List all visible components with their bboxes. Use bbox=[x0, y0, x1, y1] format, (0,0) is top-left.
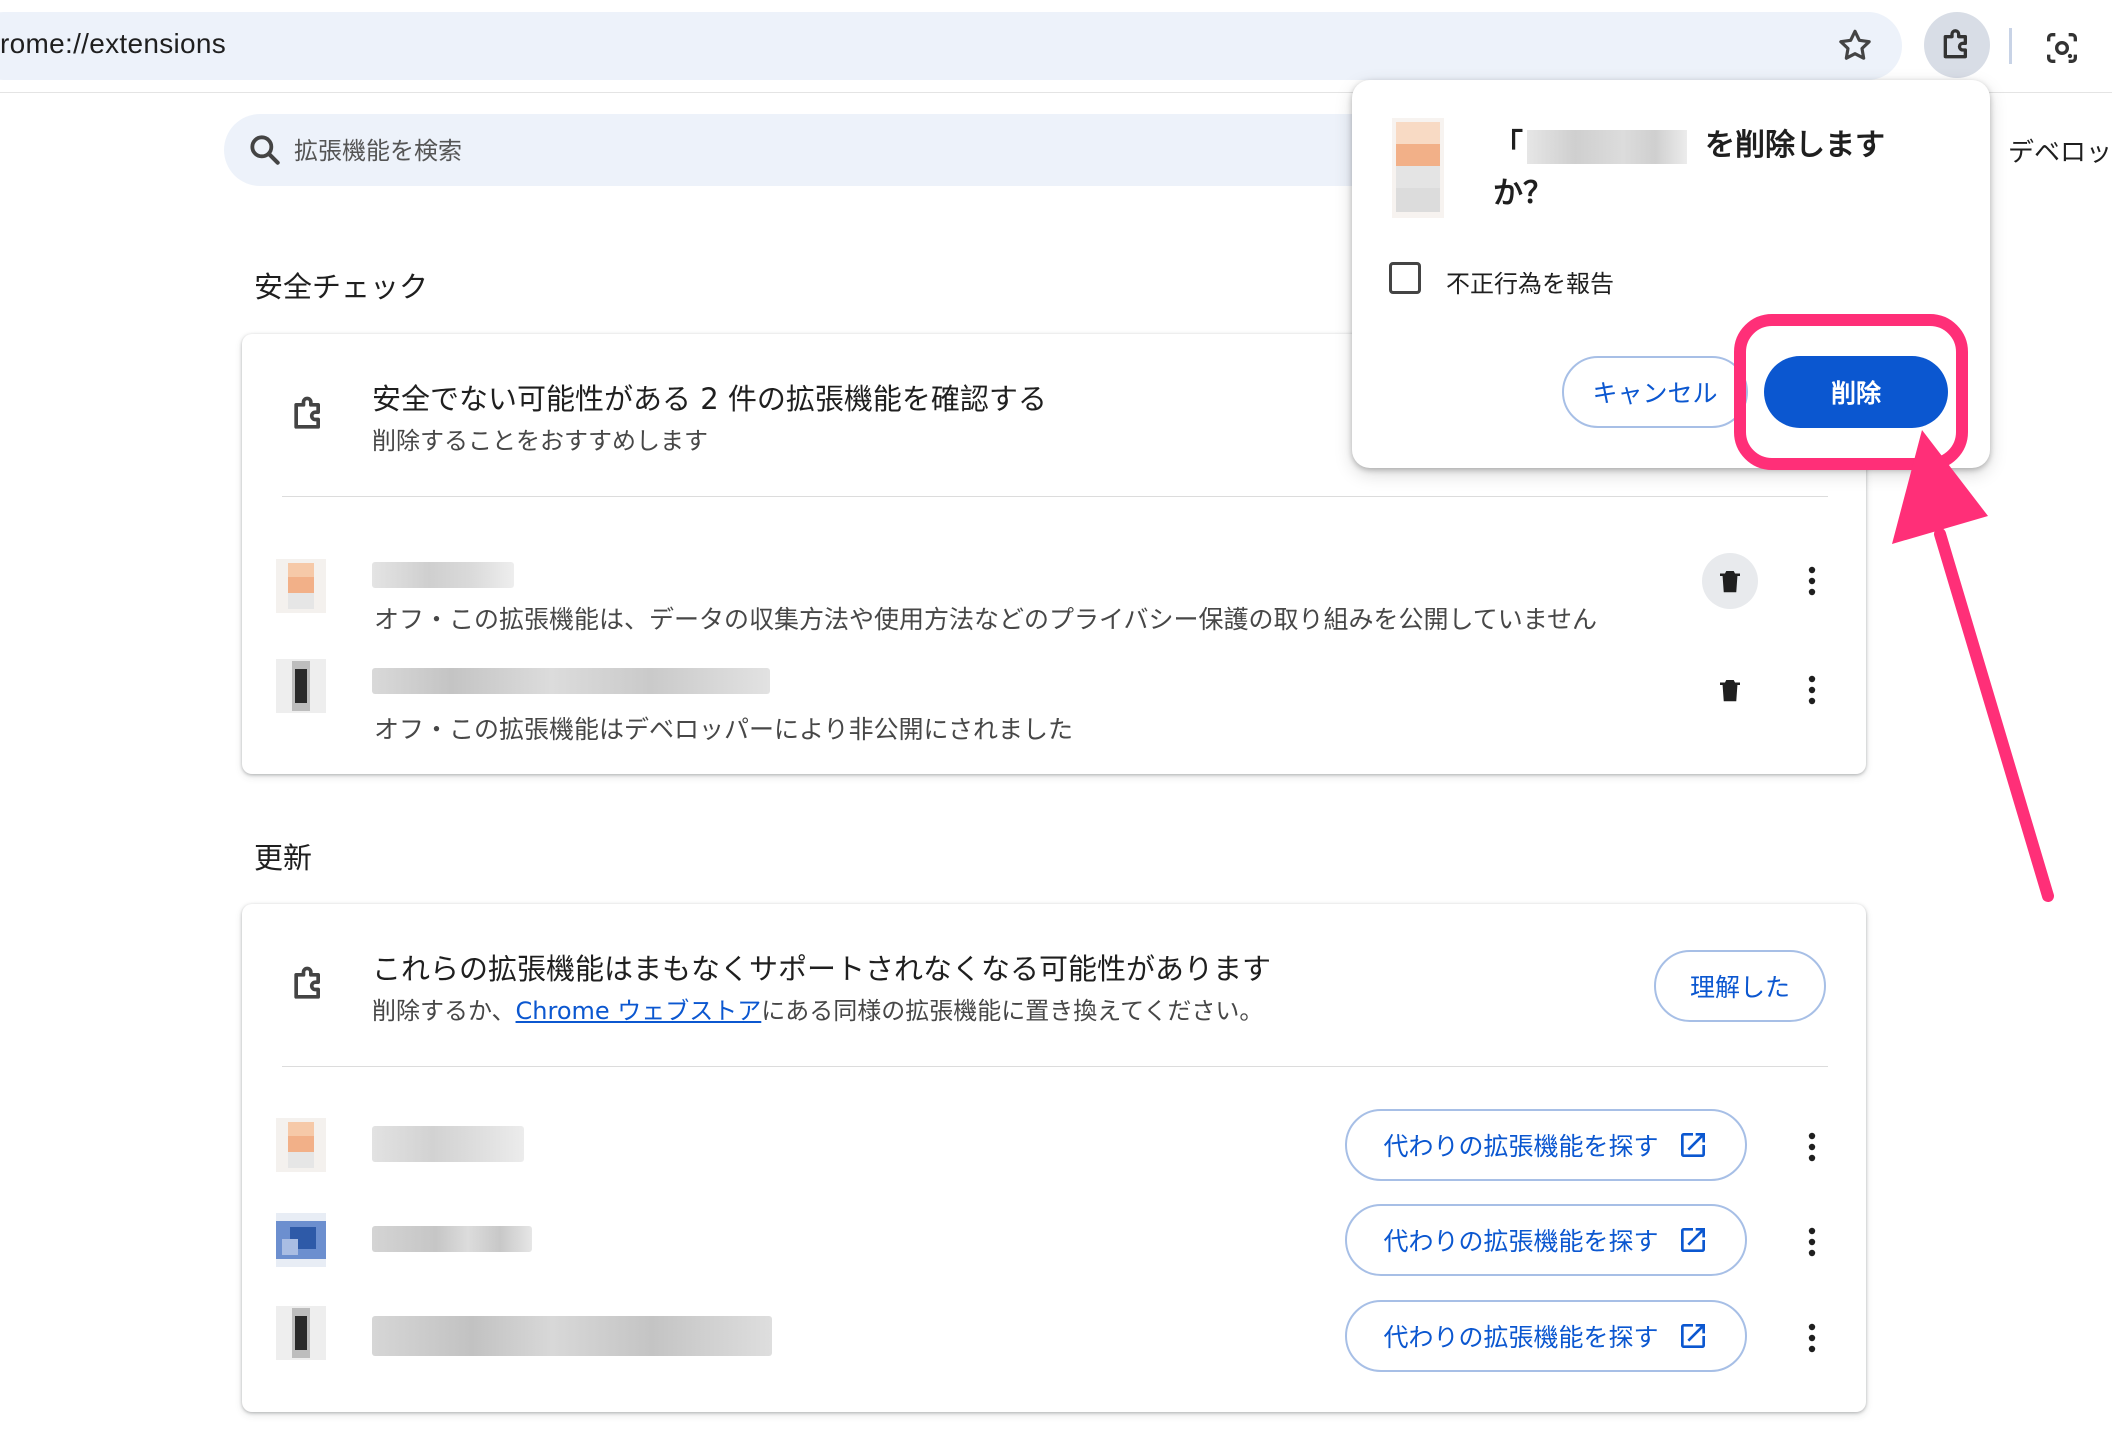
search-input[interactable] bbox=[292, 126, 1196, 176]
more-vert-icon bbox=[1808, 1227, 1816, 1257]
more-options-button[interactable] bbox=[1792, 1318, 1832, 1358]
extension-icon bbox=[276, 659, 326, 713]
extension-name-redacted bbox=[1527, 129, 1687, 164]
extension-name-redacted bbox=[372, 668, 770, 694]
open-in-new-icon bbox=[1680, 1324, 1705, 1348]
report-abuse-checkbox[interactable] bbox=[1389, 262, 1421, 294]
extension-icon bbox=[276, 559, 326, 613]
safety-check-heading: 安全チェック bbox=[254, 270, 429, 304]
acknowledge-button[interactable]: 理解した bbox=[1654, 950, 1826, 1022]
find-alternative-button[interactable]: 代わりの拡張機能を探す bbox=[1345, 1204, 1747, 1276]
extension-icon bbox=[276, 1213, 326, 1267]
updates-subtitle: 削除するか、Chrome ウェブストアにある同様の拡張機能に置き換えてください。 bbox=[372, 991, 1263, 1026]
find-alternative-label: 代わりの拡張機能を探す bbox=[1383, 1323, 1659, 1352]
more-vert-icon bbox=[1808, 566, 1816, 596]
extension-name-redacted bbox=[372, 1226, 532, 1252]
safety-check-subtitle: 削除することをおすすめします bbox=[372, 427, 708, 455]
omnibox[interactable] bbox=[0, 12, 1902, 80]
search-icon bbox=[246, 131, 284, 169]
extension-name-redacted bbox=[372, 1316, 772, 1356]
more-vert-icon bbox=[1808, 675, 1816, 705]
divider bbox=[282, 496, 1828, 497]
more-vert-icon bbox=[1808, 1323, 1816, 1353]
more-options-button[interactable] bbox=[1792, 670, 1832, 710]
extension-icon bbox=[276, 1118, 326, 1172]
extension-name-redacted bbox=[372, 1126, 524, 1162]
more-options-button[interactable] bbox=[1792, 561, 1832, 601]
updates-subtitle-post: にある同様の拡張機能に置き換えてください。 bbox=[761, 997, 1264, 1025]
puzzle-icon bbox=[287, 392, 331, 436]
more-options-button[interactable] bbox=[1792, 1127, 1832, 1167]
extension-icon bbox=[1392, 118, 1444, 218]
open-in-new-icon bbox=[1680, 1228, 1705, 1252]
more-options-button[interactable] bbox=[1792, 1222, 1832, 1262]
extension-icon bbox=[276, 1306, 326, 1360]
extensions-puzzle-icon bbox=[1943, 29, 1967, 59]
dialog-title-line2: か？ bbox=[1493, 176, 1553, 211]
puzzle-icon bbox=[287, 962, 331, 1006]
extension-name-redacted bbox=[372, 562, 514, 588]
extension-status: オフ・この拡張機能は、データの収集方法や使用方法などのプライバシー保護の取り組み… bbox=[374, 605, 1598, 634]
remove-button[interactable] bbox=[1702, 662, 1758, 718]
report-abuse-label[interactable]: 不正行為を報告 bbox=[1446, 264, 1614, 299]
trash-icon bbox=[1720, 680, 1740, 702]
dialog-title-prefix: 「 bbox=[1493, 128, 1523, 163]
find-alternative-button[interactable]: 代わりの拡張機能を探す bbox=[1345, 1300, 1747, 1372]
star-icon[interactable] bbox=[1835, 26, 1875, 66]
find-alternative-button[interactable]: 代わりの拡張機能を探す bbox=[1345, 1109, 1747, 1181]
dialog-title: 「 を削除しますか？ bbox=[1493, 122, 1933, 218]
chrome-web-store-link[interactable]: Chrome ウェブストア bbox=[516, 997, 762, 1025]
toolbar-separator bbox=[2009, 28, 2012, 64]
open-in-new-icon bbox=[1680, 1133, 1705, 1157]
lens-icon[interactable] bbox=[2042, 28, 2082, 68]
url-text[interactable]: rome://extensions bbox=[0, 28, 226, 60]
developer-mode-label[interactable]: デベロッ bbox=[2008, 132, 2112, 169]
dialog-title-suffix: を削除します bbox=[1705, 128, 1885, 163]
safety-check-title: 安全でない可能性がある 2 件の拡張機能を確認する bbox=[372, 382, 1047, 416]
trash-icon bbox=[1720, 571, 1740, 593]
divider bbox=[282, 1066, 1828, 1067]
annotation-arrow-icon bbox=[1892, 430, 2054, 902]
find-alternative-label: 代わりの拡張機能を探す bbox=[1383, 1132, 1659, 1161]
updates-heading: 更新 bbox=[254, 841, 313, 875]
updates-title: これらの拡張機能はまもなくサポートされなくなる可能性があります bbox=[372, 952, 1272, 986]
more-vert-icon bbox=[1808, 1132, 1816, 1162]
updates-subtitle-pre: 削除するか、 bbox=[372, 997, 516, 1025]
find-alternative-label: 代わりの拡張機能を探す bbox=[1383, 1227, 1659, 1256]
remove-button[interactable] bbox=[1702, 553, 1758, 609]
cancel-button[interactable]: キャンセル bbox=[1562, 356, 1748, 428]
extensions-button[interactable] bbox=[1924, 12, 1990, 78]
extension-status: オフ・この拡張機能はデベロッパーにより非公開にされました bbox=[374, 715, 1074, 744]
